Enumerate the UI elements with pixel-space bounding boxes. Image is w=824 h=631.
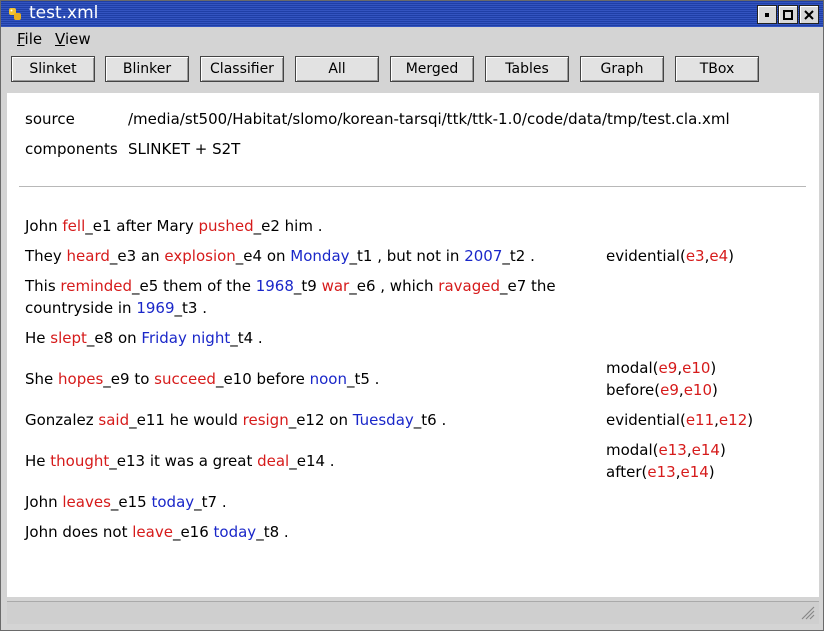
source-path: /media/st500/Habitat/slomo/korean-tarsqi…: [128, 110, 730, 128]
event-e3[interactable]: heard: [67, 247, 110, 265]
tables-button[interactable]: Tables: [485, 56, 569, 82]
sentence-7: He thought_e13 it was a great deal_e14 .: [25, 452, 335, 470]
event-e1[interactable]: fell: [62, 217, 85, 235]
event-e7[interactable]: ravaged: [438, 277, 500, 295]
source-label: source: [25, 110, 75, 128]
window-title: test.xml: [29, 3, 99, 23]
event-e15[interactable]: leaves: [62, 493, 111, 511]
event-e14[interactable]: deal: [257, 452, 289, 470]
graph-button[interactable]: Graph: [580, 56, 664, 82]
close-button[interactable]: [799, 5, 819, 24]
link-modal-e9-e10: modal(e9,e10): [606, 359, 717, 377]
event-e6[interactable]: war: [322, 277, 350, 295]
sentence-3-cont: countryside in 1969_t3 .: [25, 299, 207, 317]
merged-button[interactable]: Merged: [390, 56, 474, 82]
resize-grip-icon[interactable]: [801, 606, 815, 620]
event-e9[interactable]: hopes: [58, 370, 103, 388]
sentence-5: She hopes_e9 to succeed_e10 before noon_…: [25, 370, 380, 388]
menu-bar: File View: [1, 27, 823, 51]
classifier-button[interactable]: Classifier: [200, 56, 284, 82]
event-e2[interactable]: pushed: [199, 217, 254, 235]
event-e11[interactable]: said: [98, 411, 129, 429]
event-e13[interactable]: thought: [50, 452, 109, 470]
status-bar: [7, 601, 819, 624]
link-before-e9-e10: before(e9,e10): [606, 381, 718, 399]
link-modal-e13-e14: modal(e13,e14): [606, 441, 726, 459]
components-value: SLINKET + S2T: [128, 140, 241, 158]
timex-t2[interactable]: 2007: [464, 247, 502, 265]
timex-t1[interactable]: Monday: [290, 247, 349, 265]
menu-view[interactable]: View: [55, 30, 91, 48]
link-after-e13-e14: after(e13,e14): [606, 463, 715, 481]
title-bar[interactable]: test.xml: [1, 1, 823, 27]
components-label: components: [25, 140, 118, 158]
maximize-icon: [783, 9, 793, 20]
sentence-3: This reminded_e5 them of the 1968_t9 war…: [25, 277, 556, 295]
sentence-8: John leaves_e15 today_t7 .: [25, 493, 227, 511]
minimize-button[interactable]: [757, 5, 777, 24]
sentence-2: They heard_e3 an explosion_e4 on Monday_…: [25, 247, 535, 265]
blinker-button[interactable]: Blinker: [105, 56, 189, 82]
event-e10[interactable]: succeed: [154, 370, 216, 388]
link-evidential-e3-e4: evidential(e3,e4): [606, 247, 735, 265]
close-icon: [804, 9, 814, 20]
minimize-icon: [765, 12, 769, 17]
tbox-button[interactable]: TBox: [675, 56, 759, 82]
sentence-6: Gonzalez said_e11 he would resign_e12 on…: [25, 411, 447, 429]
document-view[interactable]: source /media/st500/Habitat/slomo/korean…: [7, 93, 819, 597]
event-e16[interactable]: leave: [132, 523, 173, 541]
all-button[interactable]: All: [295, 56, 379, 82]
divider: [19, 186, 806, 187]
toolbar: Slinket Blinker Classifier All Merged Ta…: [1, 51, 823, 91]
python-app-icon: [9, 8, 21, 20]
event-e8[interactable]: slept: [50, 329, 87, 347]
event-e5[interactable]: reminded: [60, 277, 132, 295]
timex-t5[interactable]: noon: [310, 370, 347, 388]
sentence-9: John does not leave_e16 today_t8 .: [25, 523, 289, 541]
event-e4[interactable]: explosion: [164, 247, 235, 265]
sentence-1: John fell_e1 after Mary pushed_e2 him .: [25, 217, 323, 235]
timex-t9[interactable]: 1968: [256, 277, 294, 295]
maximize-button[interactable]: [778, 5, 798, 24]
app-window: test.xml File View Slinket Blinker Class…: [0, 0, 824, 631]
menu-file[interactable]: File: [17, 30, 42, 48]
sentence-4: He slept_e8 on Friday night_t4 .: [25, 329, 263, 347]
timex-t7[interactable]: today: [152, 493, 195, 511]
timex-t3[interactable]: 1969: [136, 299, 174, 317]
timex-t8[interactable]: today: [214, 523, 257, 541]
timex-t4[interactable]: Friday night: [141, 329, 230, 347]
link-evidential-e11-e12: evidential(e11,e12): [606, 411, 754, 429]
slinket-button[interactable]: Slinket: [11, 56, 95, 82]
timex-t6[interactable]: Tuesday: [353, 411, 414, 429]
event-e12[interactable]: resign: [243, 411, 289, 429]
